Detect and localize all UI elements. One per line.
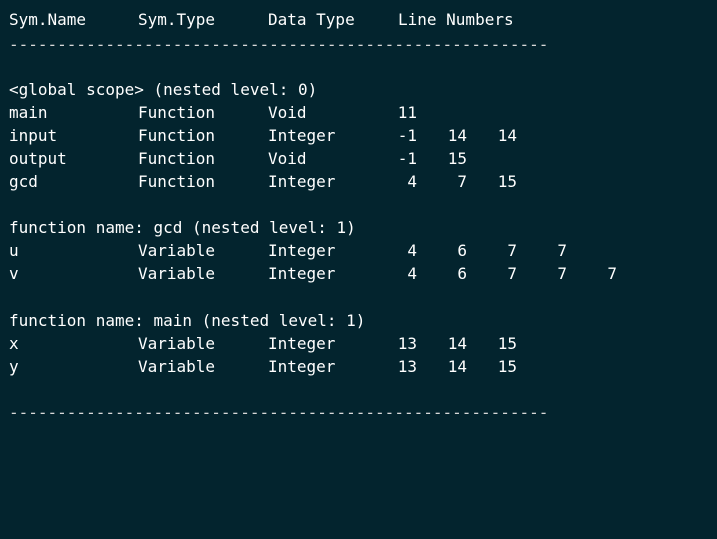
terminal-window: Sym.Name Sym.Type Data Type Line Numbers… <box>0 0 717 435</box>
symbol-data-type: Integer <box>268 264 336 283</box>
symbol-name: u <box>9 241 19 260</box>
line-number: 14 <box>447 126 467 145</box>
table-row: v Variable Integer 4 6 7 7 7 <box>0 262 717 285</box>
line-number: 14 <box>447 357 467 376</box>
section-title-text: function name: gcd (nested level: 1) <box>9 218 356 237</box>
symbol-type: Variable <box>138 334 216 353</box>
symbol-data-type: Integer <box>268 334 336 353</box>
divider-rule: ----------------------------------------… <box>9 35 549 54</box>
symbol-name: output <box>9 149 67 168</box>
symbol-data-type: Integer <box>268 357 336 376</box>
symbol-data-type: Integer <box>268 241 336 260</box>
line-number: -1 <box>397 126 417 145</box>
header-data-type: Data Type <box>268 10 355 29</box>
line-number: 7 <box>457 172 467 191</box>
symbol-name: input <box>9 126 58 145</box>
footer-divider: ----------------------------------------… <box>0 401 717 424</box>
line-number: 11 <box>397 103 417 122</box>
line-number: 15 <box>497 357 517 376</box>
symbol-data-type: Void <box>268 103 307 122</box>
table-row: input Function Integer -1 14 14 <box>0 124 717 147</box>
line-number: 7 <box>507 264 517 283</box>
line-number: 7 <box>557 241 567 260</box>
symbol-type: Variable <box>138 357 216 376</box>
line-number: 7 <box>507 241 517 260</box>
header-sym-name: Sym.Name <box>9 10 87 29</box>
symbol-name: v <box>9 264 19 283</box>
symbol-type: Variable <box>138 241 216 260</box>
table-row: gcd Function Integer 4 7 15 <box>0 170 717 193</box>
section-title-text: <global scope> (nested level: 0) <box>9 80 318 99</box>
line-number: -1 <box>397 149 417 168</box>
symbol-data-type: Integer <box>268 172 336 191</box>
section-title: function name: main (nested level: 1) <box>0 309 717 332</box>
symbol-data-type: Integer <box>268 126 336 145</box>
line-number: 6 <box>457 264 467 283</box>
line-number: 4 <box>407 264 417 283</box>
symbol-name: main <box>9 103 48 122</box>
line-number: 7 <box>557 264 567 283</box>
symbol-name: gcd <box>9 172 38 191</box>
symbol-type: Function <box>138 172 216 191</box>
table-row: output Function Void -1 15 <box>0 147 717 170</box>
line-number: 15 <box>447 149 467 168</box>
table-row: x Variable Integer 13 14 15 <box>0 332 717 355</box>
table-header: Sym.Name Sym.Type Data Type Line Numbers <box>0 8 717 31</box>
table-row: u Variable Integer 4 6 7 7 <box>0 239 717 262</box>
line-number: 13 <box>397 334 417 353</box>
symbol-type: Function <box>138 126 216 145</box>
header-sym-type: Sym.Type <box>138 10 216 29</box>
line-number: 4 <box>407 172 417 191</box>
line-number: 13 <box>397 357 417 376</box>
symbol-data-type: Void <box>268 149 307 168</box>
symbol-name: x <box>9 334 19 353</box>
line-number: 15 <box>497 334 517 353</box>
section-title: <global scope> (nested level: 0) <box>0 78 717 101</box>
symbol-name: y <box>9 357 19 376</box>
line-number: 14 <box>497 126 517 145</box>
line-number: 4 <box>407 241 417 260</box>
line-number: 7 <box>607 264 617 283</box>
symbol-type: Function <box>138 103 216 122</box>
header-divider: ----------------------------------------… <box>0 33 717 56</box>
table-row: y Variable Integer 13 14 15 <box>0 355 717 378</box>
header-line-numbers: Line Numbers <box>398 10 514 29</box>
line-number: 14 <box>447 334 467 353</box>
section-title: function name: gcd (nested level: 1) <box>0 216 717 239</box>
symbol-type: Variable <box>138 264 216 283</box>
divider-rule: ----------------------------------------… <box>9 403 549 422</box>
symbol-type: Function <box>138 149 216 168</box>
line-number: 15 <box>497 172 517 191</box>
section-title-text: function name: main (nested level: 1) <box>9 311 366 330</box>
line-number: 6 <box>457 241 467 260</box>
table-row: main Function Void 11 <box>0 101 717 124</box>
